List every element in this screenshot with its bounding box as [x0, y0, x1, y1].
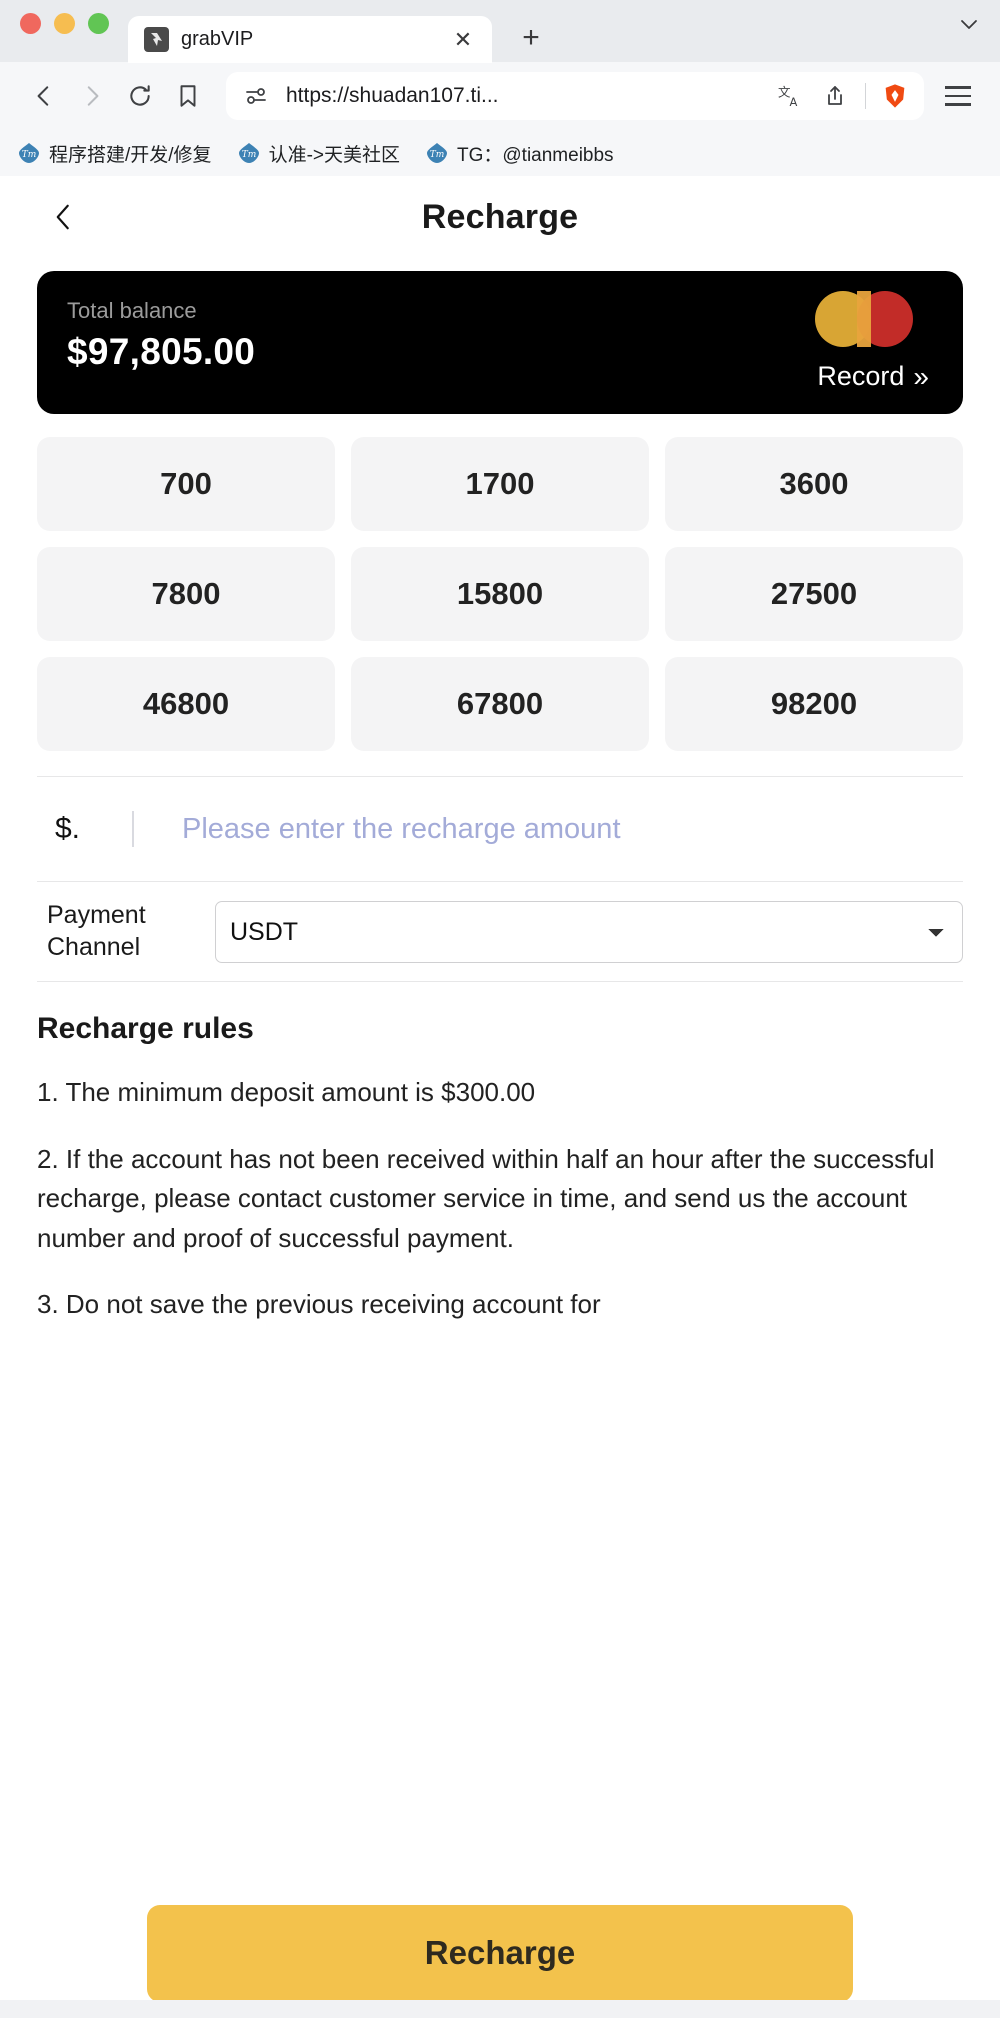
grabvip-favicon: [144, 27, 169, 52]
browser-tab[interactable]: grabVIP ✕: [128, 16, 492, 63]
page-viewport: Recharge Total balance $97,805.00 Record…: [0, 176, 1000, 2018]
navigation-bar: https://shuadan107.ti... 文 A: [0, 62, 1000, 130]
mastercard-icon: [815, 291, 925, 347]
omnibox-divider: [865, 83, 866, 109]
maximize-window-button[interactable]: [88, 12, 109, 34]
chevron-left-icon[interactable]: [44, 197, 84, 237]
record-link[interactable]: Record »: [817, 361, 929, 392]
address-bar[interactable]: https://shuadan107.ti... 文 A: [226, 72, 924, 120]
page-title: Recharge: [421, 197, 579, 236]
recharge-rules: Recharge rules 1. The minimum deposit am…: [37, 1012, 963, 1325]
amount-input-row: $.: [37, 777, 963, 882]
amount-chip[interactable]: 1700: [351, 437, 649, 531]
bookmark-item[interactable]: Tm TG：@tianmeibbs: [426, 140, 614, 167]
payment-channel-row: Payment Channel USDT: [37, 882, 963, 982]
page-header: Recharge: [0, 176, 1000, 258]
amount-chip[interactable]: 67800: [351, 657, 649, 751]
tianmei-icon: Tm: [426, 142, 448, 164]
reload-icon[interactable]: [116, 72, 164, 120]
balance-amount: $97,805.00: [67, 331, 256, 372]
site-settings-icon[interactable]: [240, 80, 272, 112]
svg-text:Tm: Tm: [241, 150, 256, 160]
amount-chip[interactable]: 46800: [37, 657, 335, 751]
balance-label: Total balance: [67, 298, 197, 323]
amount-chip[interactable]: 15800: [351, 547, 649, 641]
amount-chip[interactable]: 98200: [665, 657, 963, 751]
close-window-button[interactable]: [20, 12, 41, 34]
double-chevron-right-icon: »: [913, 360, 929, 392]
bookmark-label: 认准->天美社区: [268, 144, 400, 166]
balance-card: Total balance $97,805.00 Record »: [37, 271, 963, 414]
tabstrip-right: [954, 0, 984, 62]
record-label: Record: [817, 361, 905, 391]
tianmei-icon: Tm: [238, 142, 260, 164]
bookmarks-bar: Tm 程序搭建/开发/修复 Tm 认准->天美社区 Tm TG：@tianmei: [0, 130, 1000, 176]
svg-text:Tm: Tm: [430, 150, 445, 160]
bookmark-icon[interactable]: [164, 72, 212, 120]
close-icon[interactable]: ✕: [450, 27, 476, 53]
window-controls: [20, 0, 109, 62]
new-tab-button[interactable]: +: [514, 21, 548, 55]
tab-title: grabVIP: [181, 28, 254, 50]
recharge-button[interactable]: Recharge: [147, 1904, 853, 2002]
bookmark-label: 程序搭建/开发/修复: [49, 144, 212, 166]
amount-chip[interactable]: 27500: [665, 547, 963, 641]
tab-strip: grabVIP ✕ +: [0, 0, 1000, 63]
browser-window: grabVIP ✕ + https://shuadan107.ti... 文 A…: [0, 0, 1000, 2018]
share-icon[interactable]: [819, 80, 851, 112]
bookmark-item[interactable]: Tm 程序搭建/开发/修复: [18, 140, 212, 167]
window-bottom-edge: [0, 2000, 1000, 2018]
chevron-down-icon[interactable]: [954, 9, 984, 39]
recharge-cta-bar: Recharge: [0, 1888, 1000, 2018]
svg-text:A: A: [789, 94, 797, 108]
amount-chip[interactable]: 7800: [37, 547, 335, 641]
bookmark-label: TG：@tianmeibbs: [457, 144, 614, 166]
bookmark-item[interactable]: Tm 认准->天美社区: [238, 140, 400, 167]
rule-item: 1. The minimum deposit amount is $300.00: [37, 1077, 536, 1107]
recharge-rules-title: Recharge rules: [37, 1012, 254, 1045]
payment-channel-label: Payment Channel: [47, 901, 146, 961]
back-arrow-icon[interactable]: [20, 72, 68, 120]
rule-item: 2. If the account has not been received …: [37, 1143, 935, 1253]
brave-shield-icon[interactable]: [880, 81, 910, 111]
translate-icon[interactable]: 文 A: [773, 80, 805, 112]
amount-preset-grid: 700 1700 3600 7800 15800 27500 46800 678…: [37, 437, 963, 751]
hamburger-menu-icon[interactable]: [936, 74, 980, 118]
minimize-window-button[interactable]: [54, 12, 75, 34]
payment-channel-select[interactable]: USDT: [215, 900, 963, 963]
amount-chip[interactable]: 700: [37, 437, 335, 531]
forward-arrow-icon[interactable]: [68, 72, 116, 120]
url-text: https://shuadan107.ti...: [286, 84, 499, 107]
rule-item: 3. Do not save the previous receiving ac…: [37, 1289, 601, 1320]
amount-chip[interactable]: 3600: [665, 437, 963, 531]
recharge-amount-input[interactable]: [142, 812, 963, 846]
input-divider: [132, 811, 134, 847]
tianmei-icon: Tm: [18, 142, 40, 164]
currency-prefix: $.: [55, 812, 81, 845]
svg-text:Tm: Tm: [22, 150, 37, 160]
